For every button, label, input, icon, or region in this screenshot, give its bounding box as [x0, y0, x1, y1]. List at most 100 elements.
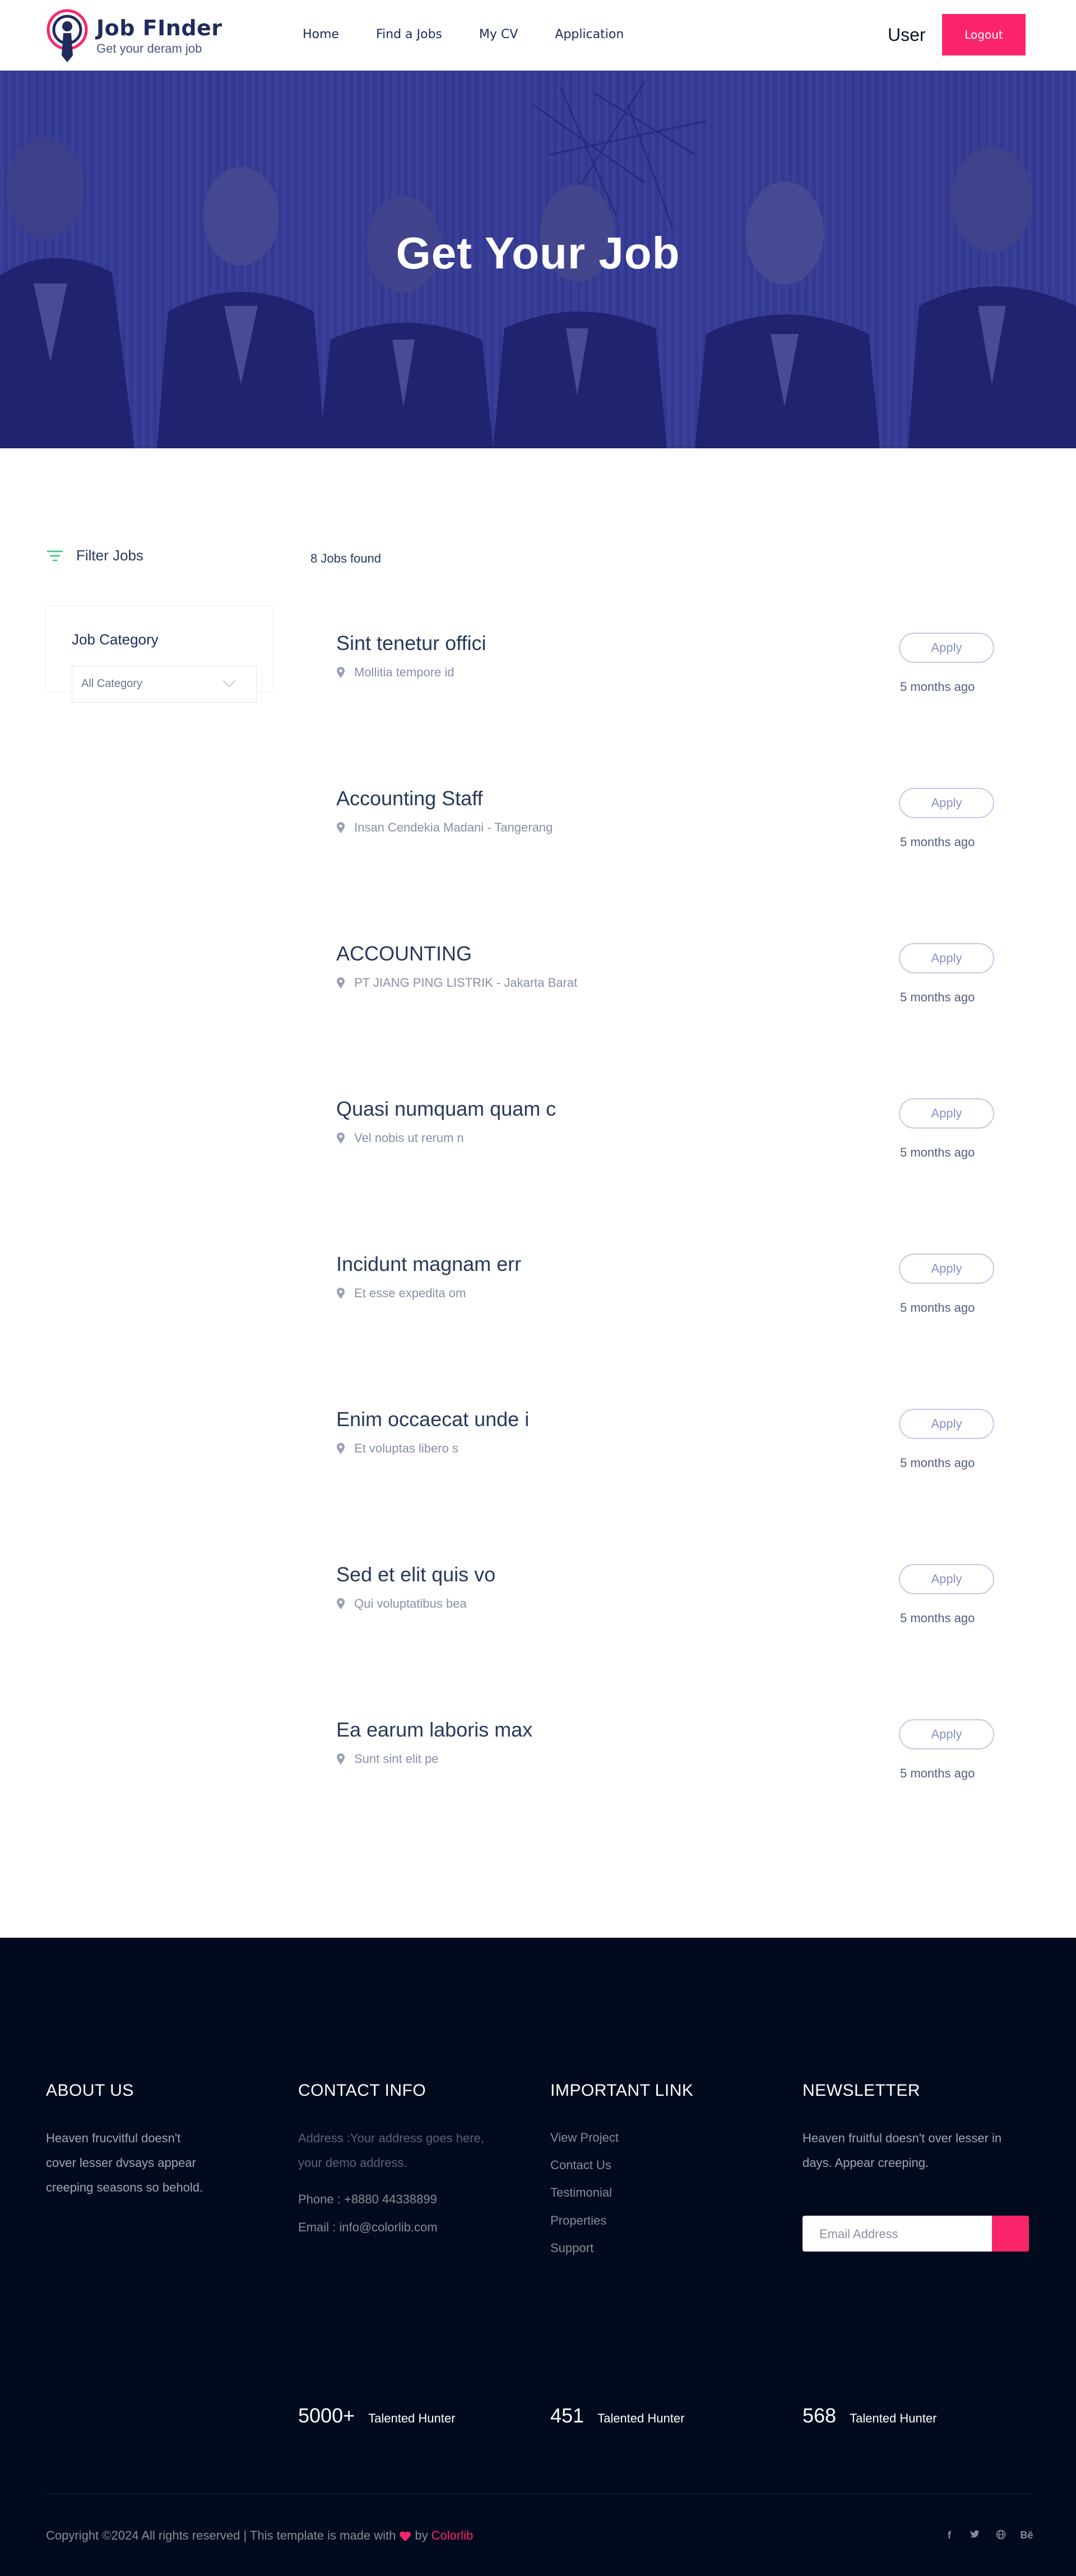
- footer-link-properties[interactable]: Properties: [550, 2213, 606, 2228]
- site-header: Job FInder Get your deram job Home Find …: [0, 0, 1076, 71]
- location-pin-icon: [336, 1442, 345, 1455]
- brand-title: Job FInder: [96, 16, 222, 40]
- main-nav: Home Find a Jobs My CV Application: [303, 25, 661, 45]
- location-pin-icon: [336, 977, 345, 989]
- filter-header: Filter Jobs: [46, 547, 143, 564]
- job-title[interactable]: Accounting Staff: [336, 787, 483, 810]
- job-posted-time: 5 months ago: [900, 1766, 975, 1780]
- job-title[interactable]: Incidunt magnam err: [336, 1252, 521, 1276]
- job-location-text: Vel nobis ut rerum n: [354, 1131, 464, 1145]
- job-card[interactable]: Enim occaecat unde i Et voluptas libero s…: [310, 1389, 1030, 1487]
- job-card[interactable]: Sed et elit quis vo Qui voluptatibus bea A…: [310, 1544, 1030, 1642]
- email-placeholder: Email Address: [819, 2227, 898, 2241]
- copyright: Copyright ©2024 All rights reserved | Th…: [46, 2528, 474, 2543]
- newsletter-submit-button[interactable]: [992, 2216, 1029, 2252]
- job-posted-time: 5 months ago: [900, 990, 975, 1004]
- job-location: Sunt sint elit pe: [336, 1752, 438, 1766]
- contact-phone: Phone : +8880 44338899: [298, 2192, 437, 2206]
- job-location: Insan Cendekia Madani - Tangerang: [336, 820, 553, 835]
- about-text: Heaven frucvitful doesn't cover lesser d…: [46, 2131, 203, 2194]
- stat-item: 568 Talented Hunter: [803, 2404, 937, 2427]
- job-title[interactable]: ACCOUNTING: [336, 942, 472, 966]
- category-select-value: All Category: [81, 677, 142, 690]
- nav-my-cv[interactable]: My CV: [479, 25, 518, 45]
- job-location: Mollitia tempore id: [336, 665, 454, 680]
- twitter-icon[interactable]: [968, 2529, 982, 2542]
- heart-icon: [399, 2531, 411, 2542]
- job-posted-time: 5 months ago: [900, 1145, 975, 1159]
- job-posted-time: 5 months ago: [900, 1301, 975, 1315]
- job-title[interactable]: Ea earum laboris max: [336, 1718, 532, 1742]
- apply-button[interactable]: Apply: [899, 633, 994, 663]
- job-location-text: Mollitia tempore id: [354, 665, 454, 679]
- job-card[interactable]: Incidunt magnam err Et esse expedita om Ap…: [310, 1233, 1030, 1332]
- job-title[interactable]: Enim occaecat unde i: [336, 1408, 529, 1431]
- hero-title: Get Your Job: [396, 228, 680, 278]
- job-card[interactable]: Sint tenetur offici Mollitia tempore id Ap…: [310, 612, 1030, 711]
- chevron-down-icon: [222, 674, 236, 688]
- job-posted-time: 5 months ago: [900, 1456, 975, 1470]
- job-card[interactable]: Ea earum laboris max Sunt sint elit pe App…: [310, 1699, 1030, 1798]
- job-posted-time: 5 months ago: [900, 1611, 975, 1625]
- newsletter-title: NEWSLETTER: [803, 2081, 921, 2100]
- behance-icon[interactable]: Bē: [1020, 2529, 1033, 2542]
- job-posted-time: 5 months ago: [900, 835, 975, 849]
- location-pin-icon: [336, 1132, 345, 1144]
- apply-button[interactable]: Apply: [899, 1254, 994, 1284]
- job-location: Et voluptas libero s: [336, 1441, 458, 1456]
- social-links: f Bē: [943, 2529, 1033, 2542]
- stat-item: 451 Talented Hunter: [550, 2404, 685, 2427]
- location-pin-icon: [336, 1598, 345, 1610]
- job-location-text: PT JIANG PING LISTRIK - Jakarta Barat: [354, 976, 578, 990]
- globe-icon[interactable]: [994, 2529, 1008, 2542]
- apply-button[interactable]: Apply: [899, 1409, 994, 1439]
- job-location-text: Et voluptas libero s: [354, 1441, 458, 1455]
- about-title: ABOUT US: [46, 2081, 134, 2100]
- footer-link-support[interactable]: Support: [550, 2241, 593, 2255]
- job-location-text: Insan Cendekia Madani - Tangerang: [354, 820, 553, 834]
- contact-email[interactable]: Email : info@colorlib.com: [298, 2220, 438, 2235]
- footer-link-contact-us[interactable]: Contact Us: [550, 2158, 611, 2173]
- job-card[interactable]: Quasi numquam quam c Vel nobis ut rerum n…: [310, 1078, 1030, 1177]
- colorlib-link[interactable]: Colorlib: [432, 2528, 474, 2543]
- location-pin-icon: [336, 1287, 345, 1299]
- apply-button[interactable]: Apply: [899, 943, 994, 973]
- apply-button[interactable]: Apply: [899, 788, 994, 818]
- contact-address: Address :Your address goes here, your de…: [298, 2131, 484, 2170]
- job-card[interactable]: ACCOUNTING PT JIANG PING LISTRIK - Jakart…: [310, 923, 1030, 1022]
- location-pin-icon: [336, 1753, 345, 1765]
- job-title[interactable]: Sint tenetur offici: [336, 632, 486, 655]
- links-title: IMPORTANT LINK: [550, 2081, 694, 2100]
- nav-find-jobs[interactable]: Find a Jobs: [376, 25, 442, 45]
- nav-application[interactable]: Application: [555, 25, 624, 45]
- job-title[interactable]: Quasi numquam quam c: [336, 1097, 556, 1121]
- apply-button[interactable]: Apply: [899, 1719, 994, 1749]
- stat-item: 5000+ Talented Hunter: [298, 2404, 456, 2427]
- footer-link-testimonial[interactable]: Testimonial: [550, 2185, 612, 2200]
- logout-button[interactable]: Logout: [942, 14, 1026, 55]
- job-location: PT JIANG PING LISTRIK - Jakarta Barat: [336, 976, 577, 990]
- hero-banner: Get Your Job: [0, 71, 1076, 448]
- brand-logo[interactable]: Job FInder Get your deram job: [46, 8, 225, 64]
- brand-subtitle: Get your deram job: [96, 41, 202, 55]
- location-pin-icon: [336, 821, 345, 834]
- category-title: Job Category: [72, 631, 159, 648]
- job-location: Et esse expedita om: [336, 1286, 466, 1301]
- newsletter-text: Heaven fruitful doesn't over lesser in d…: [803, 2131, 1002, 2170]
- job-location: Qui voluptatibus bea: [336, 1596, 467, 1611]
- apply-button[interactable]: Apply: [899, 1564, 994, 1594]
- newsletter-email-field[interactable]: Email Address: [803, 2216, 1029, 2252]
- job-posted-time: 5 months ago: [900, 680, 975, 694]
- job-location: Vel nobis ut rerum n: [336, 1131, 464, 1145]
- category-select[interactable]: All Category: [72, 666, 257, 703]
- facebook-icon[interactable]: f: [943, 2529, 956, 2542]
- job-card[interactable]: Accounting Staff Insan Cendekia Madani - …: [310, 768, 1030, 866]
- job-location-text: Sunt sint elit pe: [354, 1752, 439, 1766]
- jobs-count: 8 Jobs found: [310, 551, 381, 565]
- nav-home[interactable]: Home: [303, 25, 339, 45]
- job-title[interactable]: Sed et elit quis vo: [336, 1563, 495, 1586]
- apply-button[interactable]: Apply: [899, 1098, 994, 1129]
- footer-link-view-project[interactable]: View Project: [550, 2131, 619, 2145]
- user-label[interactable]: User: [888, 22, 926, 47]
- filter-heading: Filter Jobs: [76, 547, 143, 564]
